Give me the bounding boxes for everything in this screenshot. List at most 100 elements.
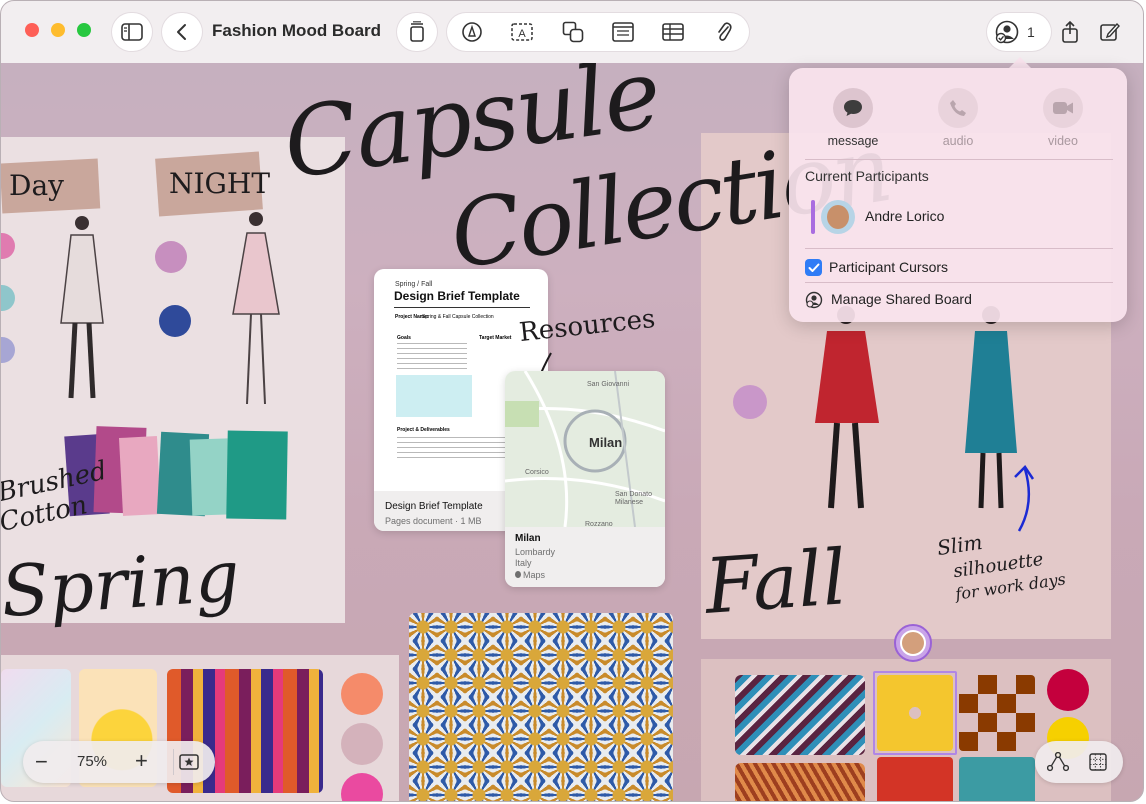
format-button[interactable] <box>397 13 437 51</box>
participant-cursors-row[interactable]: Participant Cursors <box>805 257 1105 279</box>
collaboration-icon <box>995 20 1019 44</box>
participant-avatar <box>821 200 855 234</box>
knit-fabric-image <box>735 675 865 755</box>
doc-target: Target Market <box>479 335 512 341</box>
moroccan-tile-image[interactable] <box>409 613 673 801</box>
doc-rule <box>394 307 530 308</box>
participant-avatar-face <box>827 205 849 229</box>
doc-meta: Pages document · 1 MB <box>385 516 482 526</box>
sidebar-icon <box>121 23 143 41</box>
manage-shared-board-row[interactable]: Manage Shared Board <box>805 289 1105 311</box>
pin-fall-mauve <box>733 385 767 419</box>
map-card[interactable]: Milan San Giovanni Corsico Rozzano San D… <box>505 371 665 587</box>
doc-image <box>396 375 472 417</box>
text-box-button[interactable]: A <box>497 13 547 51</box>
participant-cursor-avatar[interactable] <box>894 624 932 662</box>
night-tag-label: NIGHT <box>169 167 271 200</box>
toolbar: Fashion Mood Board A 1 <box>1 1 1143 64</box>
participant-cursors-label: Participant Cursors <box>829 259 949 275</box>
shapes-button[interactable] <box>548 13 598 51</box>
table-button[interactable] <box>648 13 698 51</box>
sticky-note-button[interactable] <box>598 13 648 51</box>
swatch-dot-mauve <box>341 723 383 765</box>
pen-tool-button[interactable] <box>447 13 497 51</box>
pen-icon <box>462 22 482 42</box>
day-outfit-sketch <box>60 216 104 399</box>
popover-divider-1 <box>805 159 1113 160</box>
participant-cursors-checkbox[interactable] <box>805 259 822 276</box>
video-camera-icon <box>1053 102 1073 114</box>
manage-shared-board-label: Manage Shared Board <box>831 291 972 307</box>
participants-count: 1 <box>1027 24 1035 40</box>
new-board-button[interactable] <box>1093 13 1127 51</box>
app-window: Fashion Mood Board A 1 Capsule Collectio… <box>0 0 1144 802</box>
audio-action[interactable]: audio <box>918 88 998 148</box>
night-outfit-sketch <box>232 212 280 405</box>
back-button[interactable] <box>162 13 202 51</box>
video-action[interactable]: video <box>1023 88 1103 148</box>
note-icon <box>612 22 634 42</box>
attachment-button[interactable] <box>699 13 749 51</box>
grid-icon[interactable] <box>1089 753 1107 771</box>
sidebar-toggle-button[interactable] <box>112 13 152 51</box>
stack-icon <box>410 21 424 42</box>
zoom-out-button[interactable]: − <box>35 749 48 775</box>
pin-blue <box>159 305 191 337</box>
doc-name: Design Brief Template <box>385 501 483 512</box>
brown-pattern <box>959 675 1035 751</box>
connection-lines-icon[interactable] <box>1047 752 1069 772</box>
text-box-icon: A <box>511 23 534 41</box>
minimize-window-button[interactable] <box>51 23 65 37</box>
manage-collaboration-icon <box>805 291 823 309</box>
participant-name: Andre Lorico <box>865 208 945 224</box>
popover-divider-2 <box>805 248 1113 249</box>
doc-lines <box>397 343 467 371</box>
zoom-window-button[interactable] <box>77 23 91 37</box>
collaboration-popover: message audio video Current Participants… <box>789 68 1127 322</box>
message-action[interactable]: message <box>813 88 893 148</box>
close-window-button[interactable] <box>25 23 39 37</box>
map-city-label: Milan <box>589 435 623 450</box>
apple-logo-icon <box>515 571 521 578</box>
zoom-level[interactable]: 75% <box>77 753 107 770</box>
zoom-in-button[interactable]: + <box>135 748 148 774</box>
phone-icon <box>950 100 966 116</box>
fabric-green <box>226 430 288 520</box>
paperclip-icon <box>717 22 732 41</box>
shapes-icon <box>562 21 584 43</box>
map-place-1: San Giovanni <box>587 381 630 388</box>
red-pattern <box>877 757 953 801</box>
dot-red <box>1047 669 1089 711</box>
scene-bookmark-icon[interactable] <box>179 754 199 770</box>
day-tag-label: Day <box>9 169 64 202</box>
red-outfit-sketch <box>815 306 879 509</box>
collaboration-button[interactable]: 1 <box>987 13 1051 51</box>
map-source-label: Maps <box>523 570 546 580</box>
fabric-pink <box>118 436 162 516</box>
chevron-left-icon <box>177 24 186 40</box>
share-icon <box>1062 21 1078 43</box>
avatar-face <box>900 630 926 656</box>
yellow-flower-pattern <box>877 675 953 751</box>
video-label: video <box>1048 134 1078 148</box>
participant-row[interactable]: Andre Lorico <box>809 198 1109 236</box>
board-title: Fashion Mood Board <box>212 21 382 40</box>
blue-arrow <box>1014 465 1035 532</box>
svg-text:A: A <box>519 28 527 40</box>
fabric-mint <box>189 438 231 516</box>
share-button[interactable] <box>1053 13 1087 51</box>
map-region: Lombardy <box>515 547 556 557</box>
doc-kicker: Spring / Fall <box>395 281 433 288</box>
audio-action-circle <box>938 88 978 128</box>
collaboration-icon-wrap <box>987 13 1027 51</box>
map-source: Maps <box>515 570 545 580</box>
doc-deliverables: Project & Deliverables <box>397 427 450 433</box>
doc-goals: Goals <box>397 335 411 341</box>
map-country: Italy <box>515 558 532 568</box>
message-label: message <box>827 134 879 148</box>
participant-color-bar <box>811 200 815 234</box>
zoom-controls: − 75% + <box>23 741 215 783</box>
compose-icon <box>1100 22 1120 41</box>
swatch-dot-orange <box>341 673 383 715</box>
map-place-2: Corsico <box>525 469 549 476</box>
